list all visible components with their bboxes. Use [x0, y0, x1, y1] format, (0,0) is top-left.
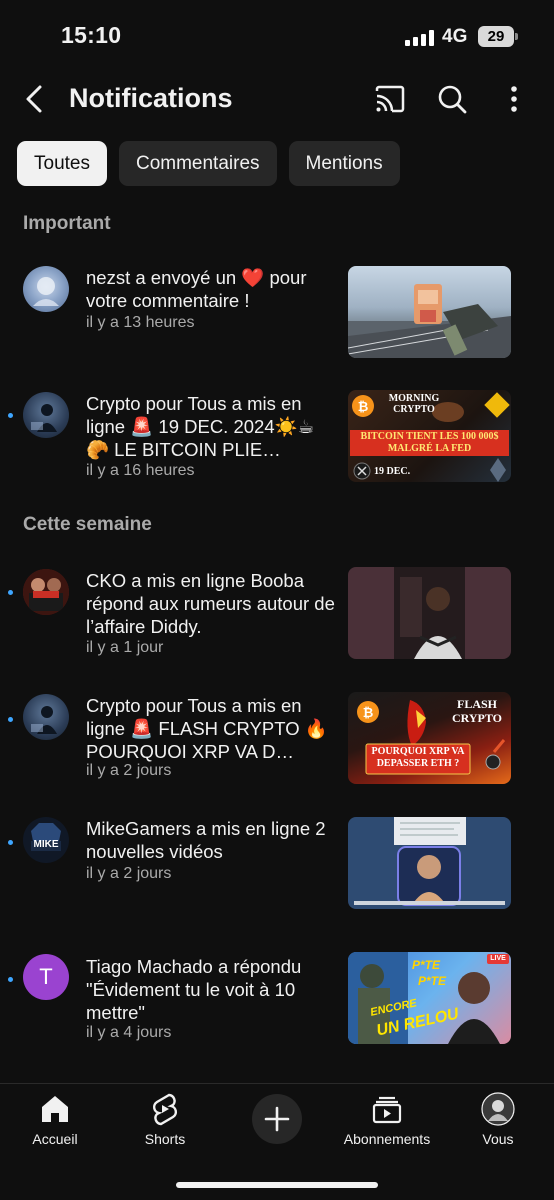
notification-item[interactable]: Crypto pour Tous a mis en ligne 🚨 19 DEC… [0, 388, 554, 488]
create-plus-icon [264, 1106, 290, 1132]
thumbnail-headline: POURQUOI XRP VA DEPASSER ETH ? [371, 746, 465, 769]
thumbnail-date: 19 DEC. [374, 466, 411, 477]
thumbnail-live-badge: LIVE [490, 955, 506, 962]
notification-item[interactable]: CKO a mis en ligne Booba répond aux rume… [0, 565, 554, 665]
svg-text:₿: ₿ [363, 705, 374, 720]
notification-text: Crypto pour Tous a mis en ligne 🚨 19 DEC… [86, 393, 315, 460]
thumbnail-caption: P*TE [418, 974, 447, 988]
status-time: 15:10 [61, 22, 122, 48]
notification-text: CKO a mis en ligne Booba répond aux rume… [86, 570, 335, 637]
avatar-logo-text: MIKE [33, 839, 59, 850]
nav-item-subscriptions[interactable]: Abonnements [337, 1092, 437, 1147]
avatar [23, 392, 69, 438]
page-title: Notifications [69, 83, 233, 113]
section-title-this-week: Cette semaine [23, 514, 152, 535]
nav-label: Vous [482, 1131, 514, 1147]
battery-icon: 29 [478, 26, 518, 47]
subscriptions-icon [372, 1096, 402, 1124]
notification-time: il y a 4 jours [86, 1024, 172, 1041]
unread-dot [8, 840, 13, 845]
avatar [23, 569, 69, 615]
chip-toutes[interactable]: Toutes [17, 141, 107, 186]
home-indicator [176, 1182, 378, 1188]
notification-text: nezst a envoyé un ❤️ pour votre commenta… [86, 267, 307, 311]
notification-time: il y a 13 heures [86, 314, 195, 331]
unread-dot [8, 977, 13, 982]
nav-label: Shorts [144, 1131, 186, 1147]
video-thumbnail[interactable] [348, 817, 511, 909]
thumbnail-badge: MORNING CRYPTO [388, 393, 440, 415]
section-title-important: Important [23, 213, 111, 234]
avatar-letter: T [39, 964, 53, 989]
notification-time: il y a 1 jour [86, 639, 164, 656]
notification-time: il y a 2 jours [86, 865, 172, 882]
nav-label: Abonnements [343, 1131, 431, 1147]
network-type: 4G [442, 26, 468, 47]
home-icon [42, 1096, 68, 1122]
video-thumbnail[interactable]: ₿ FLASH CRYPTO POURQUOI XRP VA DEPASSER … [348, 692, 511, 784]
status-bar: 15:10 4G 29 [0, 0, 554, 70]
video-thumbnail[interactable] [348, 567, 511, 659]
notification-time: il y a 2 jours [86, 762, 172, 779]
notification-item[interactable]: MIKE MikeGamers a mis en ligne 2 nouvell… [0, 815, 554, 915]
chip-mentions[interactable]: Mentions [288, 141, 400, 186]
create-button[interactable] [252, 1094, 302, 1144]
avatar [23, 266, 69, 312]
nav-label: Accueil [32, 1131, 78, 1147]
notification-text: Tiago Machado a répondu "Évidement tu le… [86, 956, 302, 1023]
notification-item[interactable]: nezst a envoyé un ❤️ pour votre commenta… [0, 262, 554, 362]
notification-item[interactable]: T Tiago Machado a répondu "Évidement tu … [0, 952, 554, 1052]
unread-dot [8, 590, 13, 595]
notification-text: MikeGamers a mis en ligne 2 nouvelles vi… [86, 818, 326, 862]
svg-text:₿: ₿ [358, 399, 369, 414]
notification-time: il y a 16 heures [86, 462, 195, 479]
thumbnail-headline: BITCOIN TIENT LES 100 000$ MALGRÉ LA FED [360, 431, 499, 454]
avatar [23, 694, 69, 740]
chip-commentaires[interactable]: Commentaires [118, 141, 277, 186]
thumbnail-caption: P*TE [412, 958, 441, 972]
nav-item-home[interactable]: Accueil [5, 1092, 105, 1147]
nav-item-shorts[interactable]: Shorts [115, 1092, 215, 1147]
video-thumbnail[interactable] [348, 266, 511, 358]
avatar: T [23, 954, 69, 1000]
back-arrow-icon[interactable] [18, 82, 52, 116]
shorts-icon [152, 1093, 178, 1126]
cast-icon[interactable] [374, 83, 406, 115]
notification-text: Crypto pour Tous a mis en ligne 🚨 FLASH … [86, 695, 328, 762]
unread-dot [8, 413, 13, 418]
top-app-bar: Notifications [0, 72, 554, 128]
more-vert-icon[interactable] [498, 83, 530, 115]
notification-item[interactable]: Crypto pour Tous a mis en ligne 🚨 FLASH … [0, 692, 554, 792]
thumbnail-title: FLASH CRYPTO [451, 697, 503, 725]
filter-chips: Toutes Commentaires Mentions [17, 141, 400, 186]
profile-avatar-icon [481, 1092, 515, 1126]
avatar: MIKE [23, 817, 69, 863]
signal-icon [405, 30, 435, 46]
unread-dot [8, 717, 13, 722]
video-thumbnail[interactable]: ₿ MORNING CRYPTO BITCOIN TIENT LES 100 0… [348, 390, 511, 482]
nav-item-you[interactable]: Vous [448, 1092, 548, 1147]
search-icon[interactable] [436, 83, 468, 115]
video-thumbnail[interactable]: LIVE P*TE P*TE ENCORE UN RELOU [348, 952, 511, 1044]
